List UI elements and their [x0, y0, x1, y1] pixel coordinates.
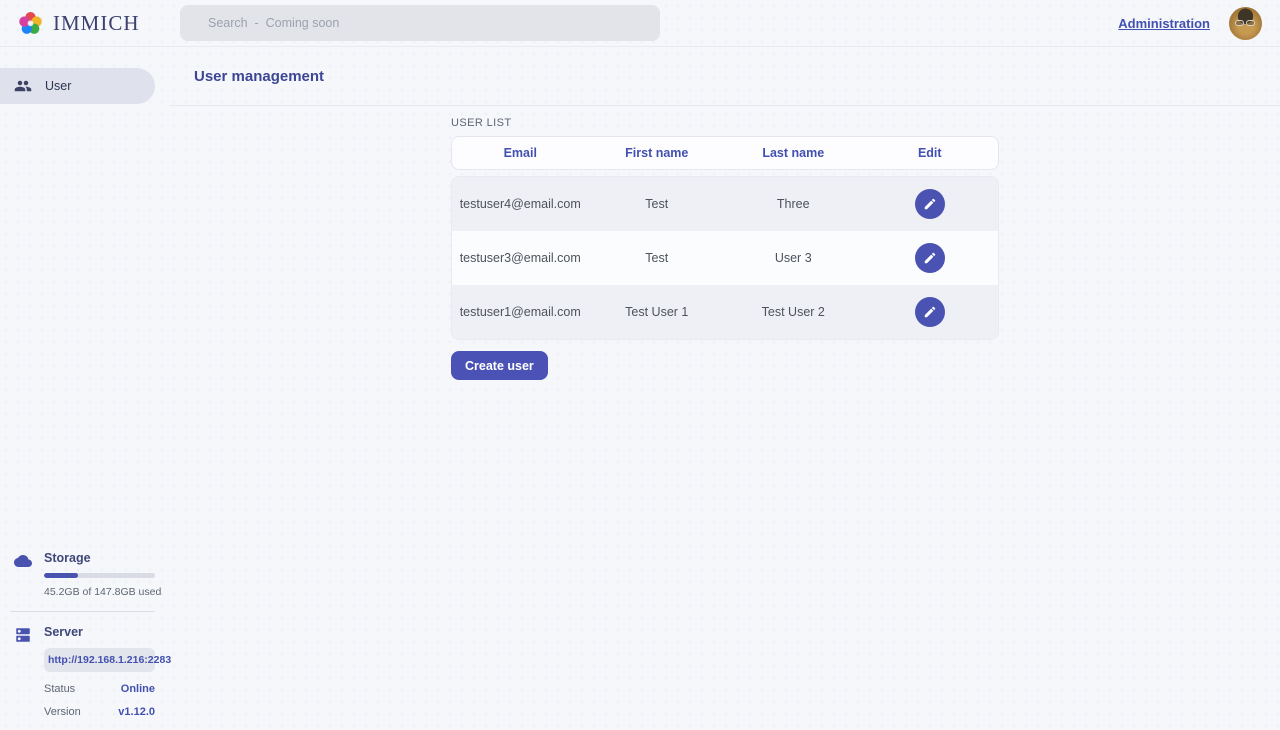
user-avatar[interactable] — [1229, 7, 1262, 40]
section-label: USER LIST — [451, 117, 999, 129]
column-header-last-name: Last name — [725, 146, 862, 160]
cell-last-name: User 3 — [725, 251, 862, 265]
user-table: testuser4@email.com Test Three testuser3… — [451, 176, 999, 340]
pencil-icon — [923, 305, 937, 319]
server-url: http://192.168.1.216:2283 — [44, 648, 155, 672]
immich-logo-icon — [17, 10, 44, 37]
user-list-content: USER LIST Email First name Last name Edi… — [451, 117, 999, 380]
top-header: IMMICH Administration — [0, 0, 1280, 47]
sidebar: User Storage 45.2GB of 147.8GB used — [0, 47, 170, 730]
status-value: Online — [121, 683, 155, 695]
storage-progress-fill — [44, 573, 78, 578]
storage-section: Storage 45.2GB of 147.8GB used — [14, 551, 155, 598]
cell-email: testuser3@email.com — [452, 251, 589, 265]
storage-title: Storage — [44, 551, 155, 565]
cell-email: testuser4@email.com — [452, 197, 589, 211]
version-label: Version — [44, 706, 81, 718]
cloud-icon — [14, 552, 32, 570]
page-title: User management — [194, 68, 324, 85]
sidebar-item-label: User — [45, 79, 71, 93]
storage-progress-track — [44, 573, 155, 578]
server-icon — [14, 626, 32, 644]
title-bar: User management — [170, 47, 1280, 106]
server-section: Server http://192.168.1.216:2283 Status … — [14, 625, 155, 718]
version-value: v1.12.0 — [118, 706, 155, 718]
table-row: testuser4@email.com Test Three — [452, 177, 998, 231]
cell-first-name: Test User 1 — [589, 305, 726, 319]
server-status-row: Status Online — [44, 683, 155, 695]
cell-email: testuser1@email.com — [452, 305, 589, 319]
cell-first-name: Test — [589, 251, 726, 265]
table-row: testuser1@email.com Test User 1 Test Use… — [452, 285, 998, 339]
sidebar-divider — [10, 611, 155, 612]
column-header-email: Email — [452, 146, 589, 160]
column-header-edit: Edit — [862, 146, 999, 160]
cell-last-name: Test User 2 — [725, 305, 862, 319]
avatar-glasses-detail — [1235, 20, 1255, 26]
table-row: testuser3@email.com Test User 3 — [452, 231, 998, 285]
users-icon — [14, 77, 32, 95]
server-version-row: Version v1.12.0 — [44, 706, 155, 718]
cell-first-name: Test — [589, 197, 726, 211]
sidebar-footer: Storage 45.2GB of 147.8GB used Server — [0, 551, 155, 730]
edit-user-button[interactable] — [915, 189, 945, 219]
administration-link[interactable]: Administration — [1118, 16, 1210, 31]
column-header-first-name: First name — [589, 146, 726, 160]
pencil-icon — [923, 251, 937, 265]
main-panel: User management USER LIST Email First na… — [170, 47, 1280, 730]
server-title: Server — [44, 625, 155, 639]
create-user-button[interactable]: Create user — [451, 351, 548, 380]
storage-usage-text: 45.2GB of 147.8GB used — [44, 586, 155, 598]
brand-area[interactable]: IMMICH — [0, 10, 180, 37]
status-label: Status — [44, 683, 75, 695]
edit-user-button[interactable] — [915, 297, 945, 327]
search-input[interactable] — [180, 5, 660, 41]
brand-text: IMMICH — [53, 11, 140, 36]
pencil-icon — [923, 197, 937, 211]
sidebar-item-user[interactable]: User — [0, 68, 155, 104]
cell-last-name: Three — [725, 197, 862, 211]
edit-user-button[interactable] — [915, 243, 945, 273]
table-header: Email First name Last name Edit — [451, 136, 999, 170]
